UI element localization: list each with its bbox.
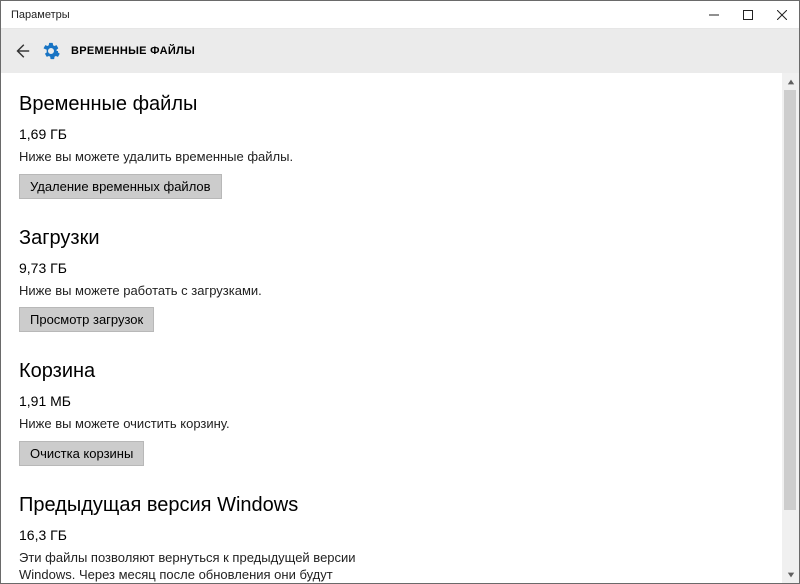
delete-temp-files-button[interactable]: Удаление временных файлов bbox=[19, 174, 222, 199]
vertical-scrollbar[interactable] bbox=[782, 73, 799, 583]
minimize-button[interactable] bbox=[697, 1, 731, 29]
downloads-size: 9,73 ГБ bbox=[19, 260, 764, 276]
temp-files-heading: Временные файлы bbox=[19, 93, 764, 116]
downloads-heading: Загрузки bbox=[19, 227, 764, 250]
scroll-down-arrow-icon[interactable] bbox=[782, 566, 799, 583]
scrollbar-thumb[interactable] bbox=[784, 90, 796, 510]
previous-windows-heading: Предыдущая версия Windows bbox=[19, 494, 764, 517]
recycle-bin-heading: Корзина bbox=[19, 360, 764, 383]
titlebar: Параметры bbox=[1, 1, 799, 29]
window-title: Параметры bbox=[1, 9, 70, 21]
previous-windows-size: 16,3 ГБ bbox=[19, 527, 764, 543]
previous-windows-desc: Эти файлы позволяют вернуться к предыдущ… bbox=[19, 549, 359, 583]
temp-files-size: 1,69 ГБ bbox=[19, 126, 764, 142]
back-button[interactable] bbox=[7, 36, 37, 66]
content-area: Временные файлы 1,69 ГБ Ниже вы можете у… bbox=[1, 73, 799, 583]
recycle-bin-size: 1,91 МБ bbox=[19, 393, 764, 409]
recycle-bin-desc: Ниже вы можете очистить корзину. bbox=[19, 415, 359, 433]
temp-files-desc: Ниже вы можете удалить временные файлы. bbox=[19, 148, 359, 166]
page-title: ВРЕМЕННЫЕ ФАЙЛЫ bbox=[71, 45, 195, 57]
downloads-desc: Ниже вы можете работать с загрузками. bbox=[19, 282, 359, 300]
maximize-button[interactable] bbox=[731, 1, 765, 29]
empty-recycle-bin-button[interactable]: Очистка корзины bbox=[19, 441, 144, 466]
settings-icon bbox=[41, 41, 61, 61]
view-downloads-button[interactable]: Просмотр загрузок bbox=[19, 307, 154, 332]
close-button[interactable] bbox=[765, 1, 799, 29]
scroll-content: Временные файлы 1,69 ГБ Ниже вы можете у… bbox=[1, 73, 782, 583]
settings-window: Параметры ВРЕМЕННЫЕ ФАЙЛЫ Временные файл… bbox=[0, 0, 800, 584]
window-controls bbox=[697, 1, 799, 29]
header-bar: ВРЕМЕННЫЕ ФАЙЛЫ bbox=[1, 29, 799, 73]
scroll-up-arrow-icon[interactable] bbox=[782, 73, 799, 90]
